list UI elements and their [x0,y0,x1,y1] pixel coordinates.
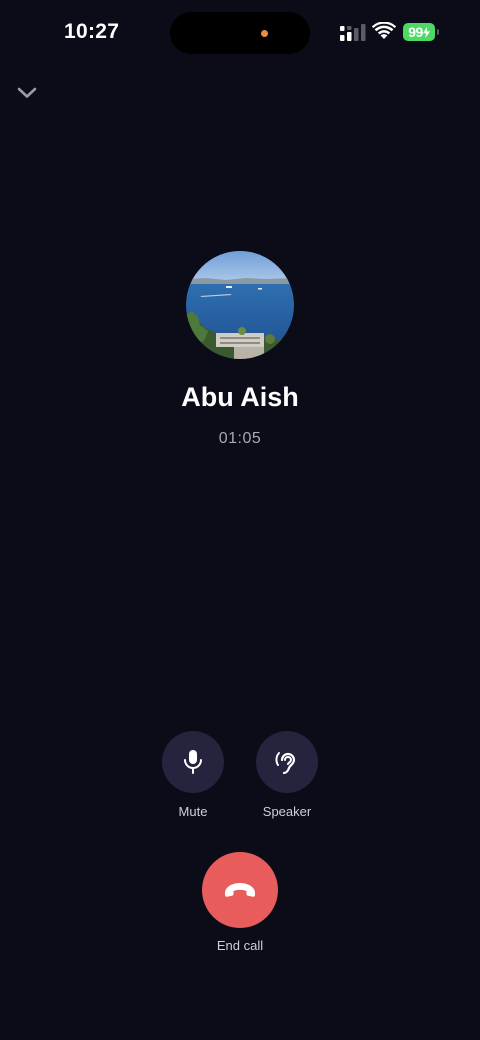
battery-tip [437,29,439,35]
wifi-icon [372,22,396,39]
caller-avatar [186,251,294,359]
microphone-icon [184,750,202,774]
ear-icon [275,752,296,775]
minimize-chevron-down-icon[interactable] [14,80,40,106]
call-screen: 10:27 99 Abu Aish 01:05 Mute Speaker End… [0,0,480,1040]
dynamic-island [170,12,310,54]
speaker-label: Speaker [262,804,312,819]
caller-name: Abu Aish [181,382,299,412]
battery-body: 99 [403,23,435,41]
signal-icon [340,24,366,41]
battery-icon: 99 [403,23,439,41]
charging-bolt-icon [422,26,430,38]
call-duration: 01:05 [218,430,262,447]
avatar-photo [186,251,294,359]
status-time: 10:27 [64,20,120,43]
speaker-button[interactable] [256,731,318,793]
battery-level: 99 [408,24,423,40]
recording-indicator-dot [261,30,268,37]
end-call-label: End call [216,938,264,953]
mute-button[interactable] [162,731,224,793]
end-call-button[interactable] [202,852,278,928]
hang-up-phone-icon [225,883,255,897]
